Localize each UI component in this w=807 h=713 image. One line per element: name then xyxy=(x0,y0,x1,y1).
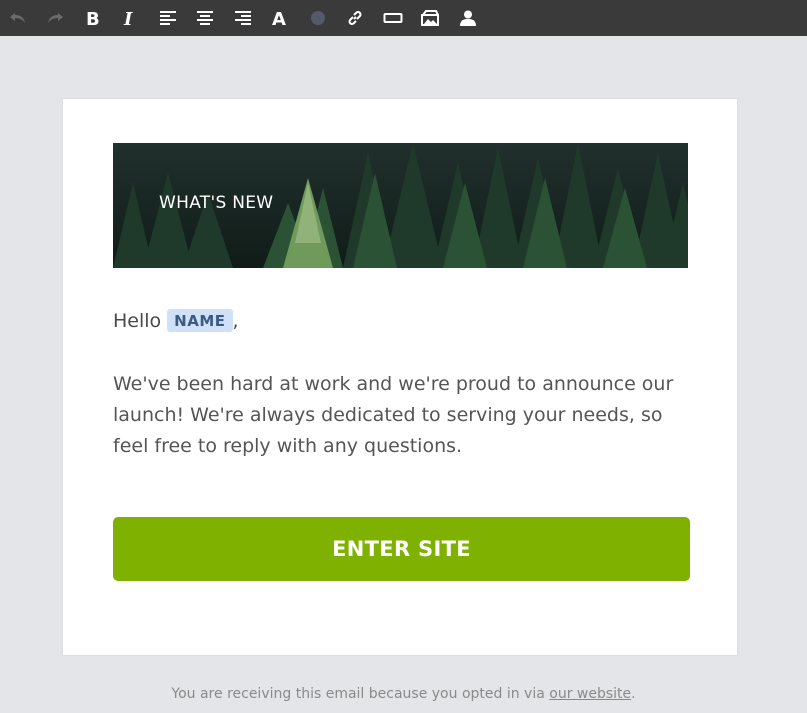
italic-icon[interactable]: I xyxy=(117,5,143,31)
bold-icon[interactable]: B xyxy=(80,5,106,31)
user-icon[interactable] xyxy=(455,5,481,31)
color-icon[interactable] xyxy=(305,5,331,31)
greeting: Hello NAME , xyxy=(113,309,239,332)
email-body[interactable]: We've been hard at work and we're proud … xyxy=(113,369,703,462)
font-icon[interactable]: A xyxy=(267,5,293,31)
align-center-icon[interactable] xyxy=(192,5,218,31)
undo-icon[interactable] xyxy=(5,5,31,31)
button-icon[interactable] xyxy=(380,5,406,31)
greeting-suffix: , xyxy=(232,309,239,332)
email-card: WHAT'S NEW Hello NAME , We've been hard … xyxy=(62,98,738,656)
image-icon[interactable] xyxy=(417,5,443,31)
align-left-icon[interactable] xyxy=(155,5,181,31)
merge-tag-name[interactable]: NAME xyxy=(167,309,233,332)
footer: You are receiving this email because you… xyxy=(0,686,807,702)
align-right-icon[interactable] xyxy=(230,5,256,31)
editor-toolbar: B I A xyxy=(0,0,807,36)
redo-icon[interactable] xyxy=(42,5,68,31)
hero-banner[interactable]: WHAT'S NEW xyxy=(113,143,688,268)
hero-title: WHAT'S NEW xyxy=(159,193,274,213)
link-icon[interactable] xyxy=(342,5,368,31)
footer-suffix: . xyxy=(631,686,636,702)
enter-site-button[interactable]: ENTER SITE xyxy=(113,517,690,581)
svg-text:B: B xyxy=(86,9,100,27)
footer-text: You are receiving this email because you… xyxy=(171,686,550,702)
greeting-text: Hello xyxy=(113,309,162,332)
svg-text:A: A xyxy=(272,9,286,27)
svg-text:I: I xyxy=(123,9,133,27)
footer-website-link[interactable]: our website xyxy=(549,686,631,702)
